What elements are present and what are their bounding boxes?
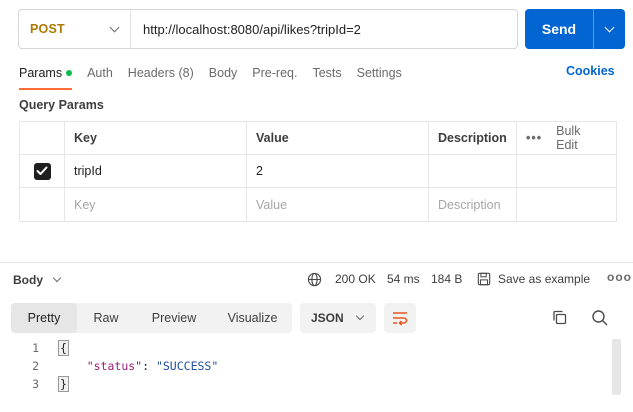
row-checkbox-cell — [20, 155, 65, 187]
tab-headers[interactable]: Headers (8) — [128, 64, 194, 90]
send-button[interactable]: Send — [525, 9, 593, 49]
json-value: "SUCCESS" — [155, 359, 219, 373]
send-button-group: Send — [525, 9, 625, 49]
bulk-edit-button[interactable]: Bulk Edit — [556, 124, 604, 152]
more-options-icon[interactable]: ••• — [526, 131, 542, 145]
cookies-link[interactable]: Cookies — [566, 64, 615, 78]
line-number: 3 — [32, 377, 39, 391]
param-extra-cell — [517, 155, 616, 187]
wrap-lines-button[interactable] — [384, 303, 416, 333]
request-tabs: Params Auth Headers (8) Body Pre-req. Te… — [19, 64, 417, 90]
send-dropdown-button[interactable] — [593, 9, 625, 49]
row-checkbox[interactable] — [33, 162, 51, 180]
param-value-cell[interactable]: 2 — [247, 155, 429, 187]
table-row-empty: Key Value Description — [20, 188, 616, 221]
tab-raw[interactable]: Raw — [77, 303, 135, 333]
header-key: Key — [65, 122, 247, 154]
header-actions: ••• Bulk Edit — [517, 122, 616, 154]
code-line: 1 { — [0, 339, 633, 357]
code-line: 3 } — [0, 375, 633, 393]
status-code[interactable]: 200 OK — [335, 272, 376, 286]
tab-visualize[interactable]: Visualize — [213, 303, 292, 333]
response-body-label: Body — [13, 273, 43, 287]
table-row: tripId 2 — [20, 155, 616, 188]
query-params-title: Query Params — [19, 98, 104, 112]
format-label: JSON — [311, 311, 344, 325]
header-value: Value — [247, 122, 429, 154]
description-placeholder[interactable]: Description — [429, 188, 517, 221]
empty-checkbox-cell — [20, 188, 65, 221]
table-header-row: Key Value Description ••• Bulk Edit — [20, 122, 616, 155]
globe-icon[interactable] — [307, 272, 322, 287]
checkmark-icon — [36, 166, 48, 175]
close-brace: } — [58, 376, 69, 392]
method-select[interactable]: POST — [19, 10, 131, 48]
json-separator: : — [142, 359, 156, 373]
response-time[interactable]: 54 ms — [387, 272, 420, 286]
json-key: "status" — [86, 359, 143, 373]
tab-pre-request[interactable]: Pre-req. — [252, 64, 297, 90]
request-url-bar: POST — [18, 9, 518, 49]
chevron-down-icon — [355, 311, 364, 321]
status-dot-icon — [66, 70, 73, 76]
tab-body[interactable]: Body — [209, 64, 238, 90]
query-params-table: Key Value Description ••• Bulk Edit trip… — [19, 121, 617, 222]
empty-extra-cell — [517, 188, 616, 221]
more-options-icon[interactable]: ooo — [607, 270, 632, 284]
header-description: Description — [429, 122, 517, 154]
open-brace: { — [58, 340, 69, 356]
param-description-cell[interactable] — [429, 155, 517, 187]
response-body-dropdown[interactable]: Body — [13, 273, 62, 287]
response-view-tabs: Pretty Raw Preview Visualize — [11, 303, 292, 333]
tab-tests[interactable]: Tests — [312, 64, 341, 90]
tab-pretty[interactable]: Pretty — [11, 303, 77, 333]
response-bar: Body 200 OK 54 ms 184 B Save as example … — [0, 263, 633, 295]
line-number: 1 — [32, 341, 39, 355]
code-line: 2 "status": "SUCCESS" — [0, 357, 633, 375]
save-as-example-button[interactable]: Save as example — [498, 272, 590, 286]
value-placeholder[interactable]: Value — [247, 188, 429, 221]
search-icon[interactable] — [591, 309, 609, 330]
tab-auth[interactable]: Auth — [87, 64, 113, 90]
method-label: POST — [30, 22, 65, 36]
tab-label: Params — [19, 66, 63, 80]
tab-params[interactable]: Params — [19, 64, 73, 90]
header-checkbox-cell — [20, 122, 65, 154]
chevron-down-icon — [109, 22, 120, 32]
tab-settings[interactable]: Settings — [357, 64, 402, 90]
response-size[interactable]: 184 B — [431, 272, 462, 286]
param-key-cell[interactable]: tripId — [65, 155, 247, 187]
chevron-down-icon — [604, 22, 615, 32]
key-placeholder[interactable]: Key — [65, 188, 247, 221]
line-number: 2 — [32, 359, 39, 373]
format-select[interactable]: JSON — [300, 303, 376, 333]
code-scrollbar[interactable] — [612, 339, 621, 395]
copy-icon[interactable] — [551, 309, 569, 330]
url-input[interactable] — [131, 21, 511, 37]
tab-preview[interactable]: Preview — [135, 303, 213, 333]
save-icon[interactable] — [477, 272, 491, 286]
wrap-lines-icon — [393, 312, 408, 326]
chevron-down-icon — [52, 273, 62, 283]
response-code-view[interactable]: 1 { 2 "status": "SUCCESS" 3 } — [0, 339, 633, 399]
